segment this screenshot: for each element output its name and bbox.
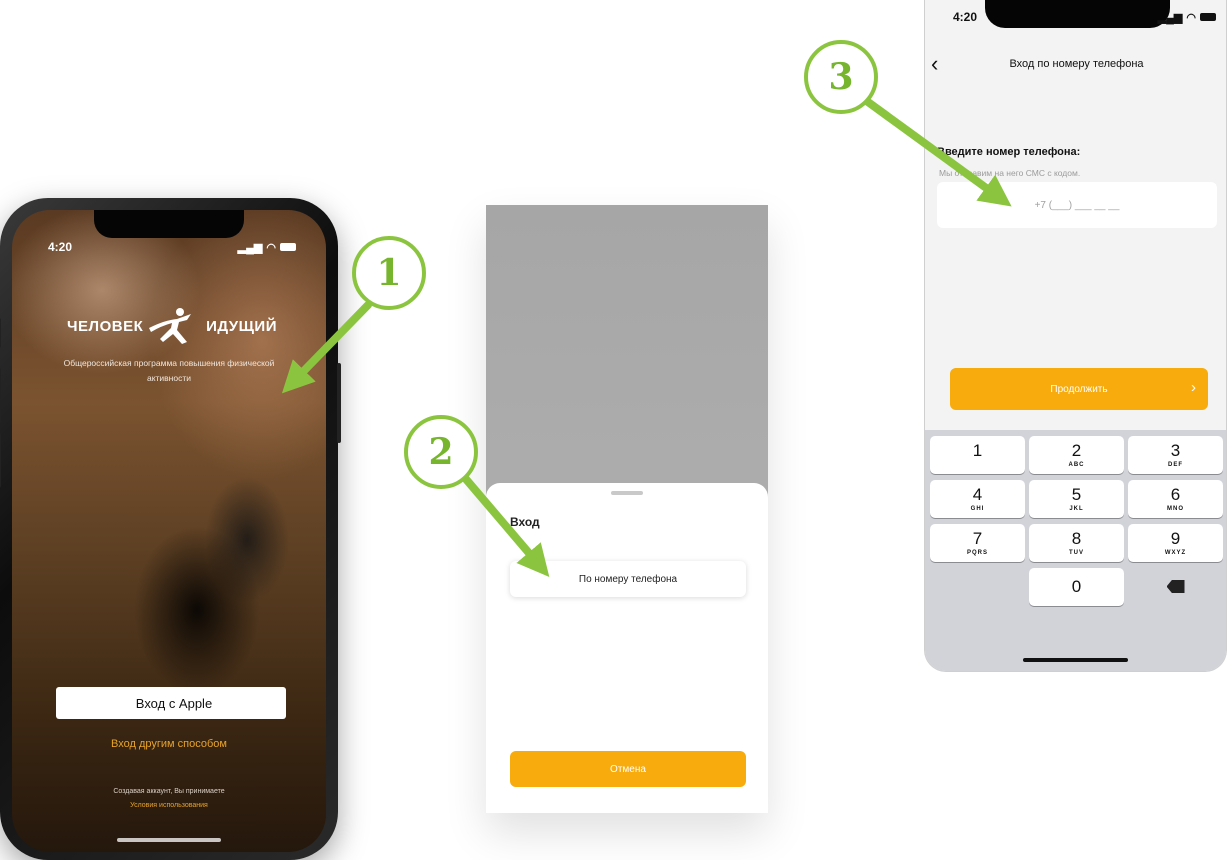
tagline: Общероссийская программа повышения физич… (63, 358, 275, 383)
navigation-bar: ‹ Вход по номеру телефона (925, 50, 1226, 80)
backspace-icon (1166, 580, 1185, 593)
walking-man-icon (148, 308, 191, 344)
key-2[interactable]: 2 ABC (1029, 436, 1124, 474)
sign-in-method-screen: Вход По номеру телефона Отмена (486, 205, 768, 813)
status-bar: 4:20 ▂▄▆ ◠ (953, 10, 1216, 24)
system-icons: ▂▄▆ ◠ (238, 240, 296, 254)
key-3[interactable]: 3 DEF (1128, 436, 1223, 474)
key-8[interactable]: 8 TUV (1029, 524, 1124, 562)
nav-title: Вход по номеру телефона (1009, 58, 1144, 70)
continue-label: Продолжить (1050, 383, 1108, 395)
continue-button[interactable]: Продолжить › (950, 368, 1208, 410)
volume-up-button (0, 368, 1, 423)
power-button (337, 363, 341, 443)
key-5[interactable]: 5 JKL (1029, 480, 1124, 518)
sms-hint: Мы отправим на него СМС с кодом. (939, 168, 1081, 178)
app-logo: ЧЕЛОВЕК ИДУЩИЙ (67, 306, 277, 346)
key-empty (930, 568, 1025, 606)
cancel-button[interactable]: Отмена (510, 751, 746, 787)
wifi-icon: ◠ (1186, 11, 1196, 24)
step-badge-3: 3 (804, 40, 878, 114)
wifi-icon: ◠ (266, 241, 276, 254)
home-indicator (117, 838, 221, 842)
battery-icon (280, 243, 296, 251)
chevron-right-icon: › (1191, 379, 1196, 396)
phone-mockup-login: 4:20 ▂▄▆ ◠ ЧЕЛОВЕК ИДУЩИЙ Общероссийская… (0, 198, 341, 860)
step-badge-1: 1 (352, 236, 426, 310)
sign-in-with-apple-button[interactable]: Вход с Apple (56, 687, 286, 719)
other-sign-in-link[interactable]: Вход другим способом (52, 738, 286, 750)
numeric-keypad: 1 2 ABC 3 DEF 4 GHI 5 JKL 6 MNO 7 PQRS 8 TUV 9W… (925, 430, 1226, 671)
phone-number-input[interactable]: +7 (___) ___ __ __ (937, 182, 1217, 228)
key-1[interactable]: 1 (930, 436, 1025, 474)
status-time: 4:20 (48, 240, 73, 254)
bottom-sheet: Вход По номеру телефона Отмена (486, 483, 768, 813)
login-screen: 4:20 ▂▄▆ ◠ ЧЕЛОВЕК ИДУЩИЙ Общероссийская… (12, 210, 326, 852)
step-badge-2: 2 (404, 415, 478, 489)
apple-button-label: Вход с Apple (135, 695, 213, 711)
logo-text-left: ЧЕЛОВЕК (67, 317, 144, 335)
key-9[interactable]: 9 WXYZ (1128, 524, 1223, 562)
terms-notice: Создавая аккаунт, Вы принимаете (113, 788, 225, 795)
key-7[interactable]: 7 PQRS (930, 524, 1025, 562)
system-icons: ▂▄▆ ◠ (1158, 10, 1216, 24)
home-indicator (1023, 658, 1128, 662)
terms-link[interactable]: Условия использования (52, 802, 286, 809)
mute-switch (0, 318, 1, 348)
sheet-grabber[interactable] (611, 491, 643, 495)
signal-icon: ▂▄▆ (1157, 11, 1183, 24)
phone-login-screen: 4:20 ▂▄▆ ◠ ‹ Вход по номеру телефона Вве… (924, 0, 1227, 672)
battery-icon (1200, 13, 1216, 21)
key-6[interactable]: 6 MNO (1128, 480, 1223, 518)
notch (94, 210, 244, 238)
status-bar: 4:20 ▂▄▆ ◠ (48, 240, 296, 254)
logo-text-right: ИДУЩИЙ (206, 317, 277, 335)
phone-number-option-button[interactable]: По номеру телефона (510, 561, 746, 597)
signal-icon: ▂▄▆ (237, 241, 263, 254)
key-0[interactable]: 0 (1029, 568, 1124, 606)
sheet-title: Вход (510, 515, 540, 529)
volume-down-button (0, 433, 1, 488)
key-delete[interactable] (1128, 568, 1223, 606)
key-4[interactable]: 4 GHI (930, 480, 1025, 518)
phone-prompt-label: Введите номер телефона: (937, 146, 1081, 158)
status-time: 4:20 (953, 10, 978, 24)
